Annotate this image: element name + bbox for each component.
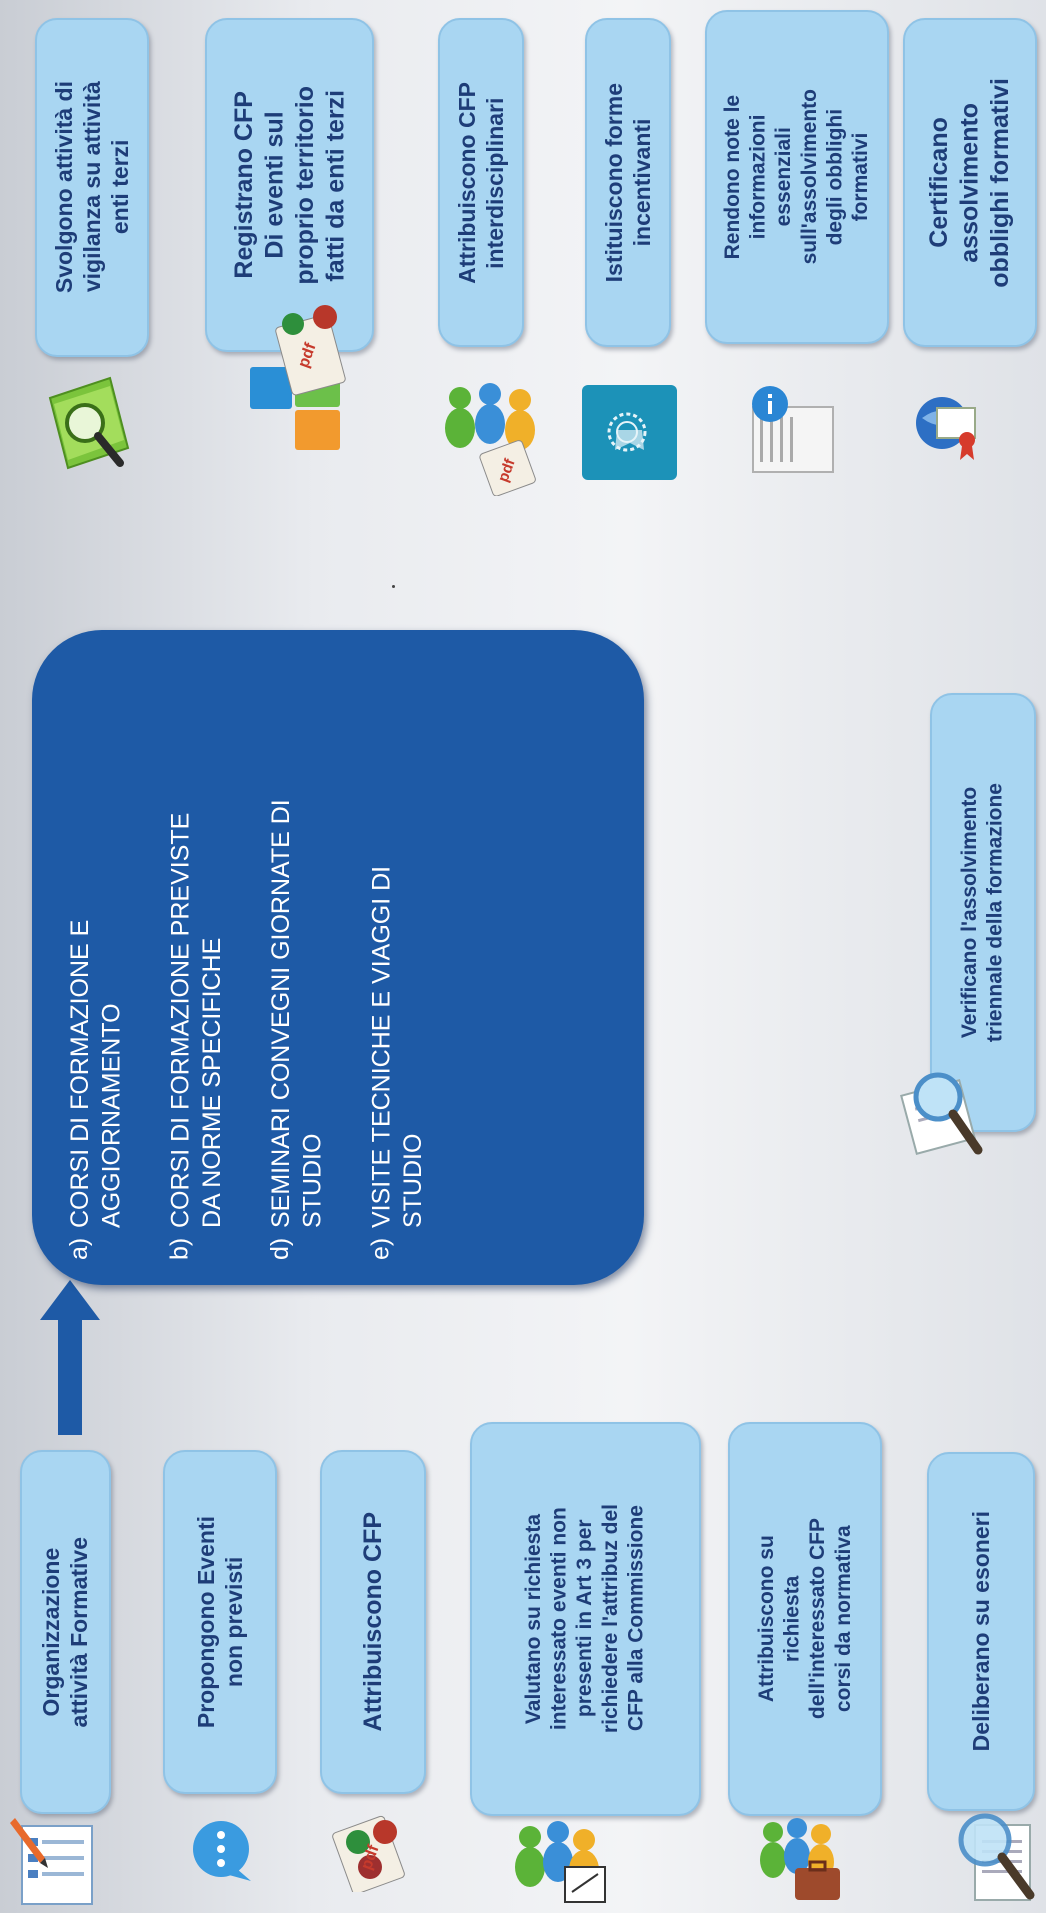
right-box-label: Istituiscono forme incentivanti (600, 82, 655, 283)
list-item-text: SEMINARI CONVEGNI GIORNATE DI STUDIO (267, 799, 327, 1228)
left-box-label: Propongono Eventi non previsti (192, 1515, 247, 1729)
right-box-interdisciplinari: Attribuiscono CFP interdisciplinari (438, 18, 524, 347)
magnifier-document-icon (958, 1813, 1035, 1901)
right-box-rendono-note: Rendono note le informazioni essenziali … (705, 10, 889, 344)
verify-box-label: Verificano l'assolvimento triennale dell… (958, 782, 1007, 1043)
left-box-label: Attribuiscono CFP (358, 1512, 387, 1732)
certificate-globe-icon (916, 397, 976, 460)
magnifier-document-icon (900, 1072, 983, 1155)
left-box-deliberano: Deliberano su esoneri (927, 1452, 1035, 1811)
list-item-letter: a) (65, 1237, 93, 1260)
list-item: b) CORSI DI FORMAZIONE PREVISTE DA NORME… (166, 660, 229, 1260)
pdf-blocks-icon: pdf (250, 305, 346, 450)
diagram-canvas: Organizzazione attività Formative Propon… (0, 0, 1046, 1913)
up-arrow-icon (40, 1280, 100, 1435)
list-item-text: CORSI DI FORMAZIONE PREVISTE DA NORME SP… (166, 812, 226, 1228)
form-checklist-icon (10, 1818, 93, 1905)
chat-bubble-icon (193, 1821, 251, 1881)
people-briefcase-icon (760, 1818, 840, 1900)
right-box-certificano: Certificano assolvimento obblighi format… (903, 18, 1037, 347)
right-box-label: Registrano CFP Di eventi sul proprio ter… (229, 85, 350, 285)
list-item-letter: b) (165, 1237, 194, 1260)
list-item: e) VISITE TECNICHE E VIAGGI DI STUDIO (367, 660, 430, 1260)
list-item-text: VISITE TECNICHE E VIAGGI DI STUDIO (367, 865, 427, 1228)
pdf-document-icon: pdf (332, 1815, 405, 1892)
list-item-text: CORSI DI FORMAZIONE E AGGIORNAMENTO (66, 919, 126, 1228)
info-document-icon (752, 386, 834, 473)
list-item: d) SEMINARI CONVEGNI GIORNATE DI STUDIO (266, 660, 329, 1260)
list-item-letter: d) (266, 1237, 294, 1260)
left-box-label: Valutano su richiesta interessato eventi… (522, 1504, 648, 1734)
list-item-letter: e) (366, 1237, 395, 1260)
people-group-icon (515, 1821, 606, 1903)
list-item: a) CORSI DI FORMAZIONE E AGGIORNAMENTO (65, 660, 128, 1260)
left-box-label: Deliberano su esoneri (967, 1511, 994, 1752)
right-box-label: Svolgono attività di vigilanza su attivi… (50, 81, 134, 294)
stray-dot (392, 585, 395, 588)
left-box-attribuiscono-richiesta: Attribuiscono su richiesta dell'interess… (728, 1422, 882, 1816)
left-box-propongono: Propongono Eventi non previsti (163, 1450, 277, 1794)
right-box-label: Attribuiscono CFP interdisciplinari (453, 81, 508, 284)
right-box-vigilanza: Svolgono attività di vigilanza su attivi… (35, 18, 149, 357)
left-box-label: Attribuiscono su richiesta dell'interess… (754, 1518, 855, 1720)
left-box-valutano: Valutano su richiesta interessato eventi… (470, 1422, 701, 1816)
badge-icon (582, 385, 677, 480)
right-box-label: Certificano assolvimento obblighi format… (925, 77, 1015, 288)
left-box-label: Organizzazione attività Formative (38, 1536, 93, 1728)
magnifier-folder-icon (48, 376, 130, 470)
right-box-label: Rendono note le informazioni essenziali … (721, 89, 873, 265)
main-activities-list: a) CORSI DI FORMAZIONE E AGGIORNAMENTO b… (65, 660, 625, 1260)
people-pdf-icon: pdf (445, 383, 536, 496)
right-box-incentivanti: Istituiscono forme incentivanti (585, 18, 671, 347)
left-box-attribuiscono-cfp: Attribuiscono CFP (320, 1450, 426, 1794)
left-box-organizzazione: Organizzazione attività Formative (20, 1450, 111, 1814)
